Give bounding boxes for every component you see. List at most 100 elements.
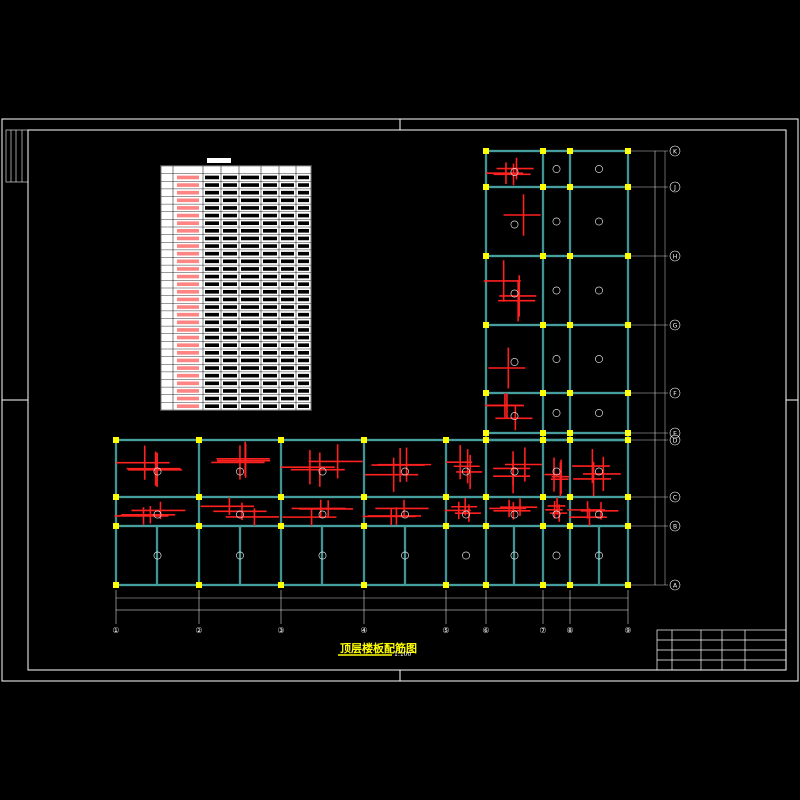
table-cell-text	[241, 358, 259, 363]
table-cell-text	[205, 229, 219, 233]
table-cell-text	[298, 175, 309, 180]
table-cell-text	[205, 381, 219, 386]
axis-label-right: C	[673, 495, 677, 502]
column	[196, 582, 202, 588]
table-cell-text	[281, 351, 294, 355]
axis-label-bottom: ⑦	[539, 626, 546, 635]
column	[567, 184, 573, 190]
table-cell-text	[281, 259, 294, 264]
table-cell-text	[205, 343, 219, 347]
column	[483, 184, 489, 190]
table-cell-text	[205, 396, 219, 401]
table-cell-text	[298, 389, 309, 393]
drawing-title-group: 顶层楼板配筋图 1:100	[338, 641, 417, 658]
table-cell-text	[205, 351, 219, 355]
table-cell-text	[205, 221, 219, 225]
table-cell-text	[263, 404, 277, 408]
axis-label-right: J	[673, 185, 676, 192]
axis-label-bottom: ③	[277, 626, 284, 635]
table-cell-text	[281, 236, 294, 241]
table-cell-text	[223, 389, 237, 393]
table-cell-text	[298, 244, 309, 248]
drawing-scale: 1:100	[394, 651, 411, 658]
table-cell-text	[298, 290, 309, 294]
table-cell-marker	[177, 396, 199, 401]
table-cell-text	[223, 274, 237, 279]
table-cell-text	[263, 389, 277, 393]
table-cell-text	[223, 366, 237, 370]
table-cell-text	[223, 351, 237, 355]
table-cell-marker	[177, 282, 199, 286]
table-cell-text	[205, 290, 219, 294]
table-cell-marker	[177, 175, 199, 180]
table-cell-text	[241, 335, 259, 340]
table-cell-text	[241, 297, 259, 302]
table-cell-text	[298, 198, 309, 203]
table-cell-text	[223, 198, 237, 203]
column	[113, 494, 119, 500]
table-cell-text	[281, 229, 294, 233]
table-cell-marker	[177, 320, 199, 325]
column	[443, 582, 449, 588]
column	[540, 184, 546, 190]
table-cell-text	[263, 381, 277, 386]
table-cell-text	[281, 358, 294, 363]
table-cell-marker	[177, 328, 199, 332]
table-cell-text	[298, 358, 309, 363]
table-cell-text	[281, 206, 294, 210]
column	[567, 148, 573, 154]
column	[483, 523, 489, 529]
table-cell-text	[205, 198, 219, 203]
column	[278, 494, 284, 500]
table-cell-text	[298, 229, 309, 233]
column	[278, 437, 284, 443]
column	[483, 390, 489, 396]
table-cell-text	[263, 290, 277, 294]
table-cell-text	[241, 244, 259, 248]
table-cell-text	[241, 175, 259, 180]
table-cell-text	[298, 190, 309, 195]
table-cell-text	[298, 343, 309, 347]
table-cell-text	[241, 396, 259, 401]
table-cell-text	[205, 358, 219, 363]
table-cell-text	[205, 267, 219, 271]
table-cell-text	[298, 206, 309, 210]
table-cell-text	[241, 290, 259, 294]
axis-label-right: H	[673, 254, 678, 261]
axis-label-right: F	[673, 391, 677, 398]
table-cell-text	[223, 229, 237, 233]
table-cell-marker	[177, 213, 199, 218]
column	[540, 523, 546, 529]
table-cell-text	[241, 282, 259, 286]
table-cell-text	[298, 312, 309, 317]
column	[567, 322, 573, 328]
table-cell-text	[263, 396, 277, 401]
column	[483, 322, 489, 328]
table-cell-text	[223, 267, 237, 271]
table-cell-text	[223, 404, 237, 408]
table-cell-text	[205, 274, 219, 279]
column	[540, 390, 546, 396]
table-cell-text	[223, 343, 237, 347]
rebar-schedule-table	[160, 158, 312, 411]
table-cell-text	[241, 259, 259, 264]
column	[483, 253, 489, 259]
axis-label-bottom: ①	[112, 626, 119, 635]
table-cell-text	[241, 229, 259, 233]
table-cell-text	[281, 244, 294, 248]
table-cell-text	[241, 183, 259, 187]
table-cell-text	[223, 312, 237, 317]
table-cell-text	[298, 274, 309, 279]
table-cell-text	[241, 305, 259, 309]
table-cell-text	[281, 221, 294, 225]
column	[483, 582, 489, 588]
table-cell-text	[263, 251, 277, 256]
table-cell-text	[205, 236, 219, 241]
axis-label-bottom: ⑤	[442, 626, 449, 635]
table-cell-text	[205, 366, 219, 370]
table-cell-text	[263, 213, 277, 218]
table-cell-text	[223, 290, 237, 294]
table-cell-text	[263, 175, 277, 180]
column	[483, 430, 489, 436]
table-cell-text	[298, 373, 309, 378]
